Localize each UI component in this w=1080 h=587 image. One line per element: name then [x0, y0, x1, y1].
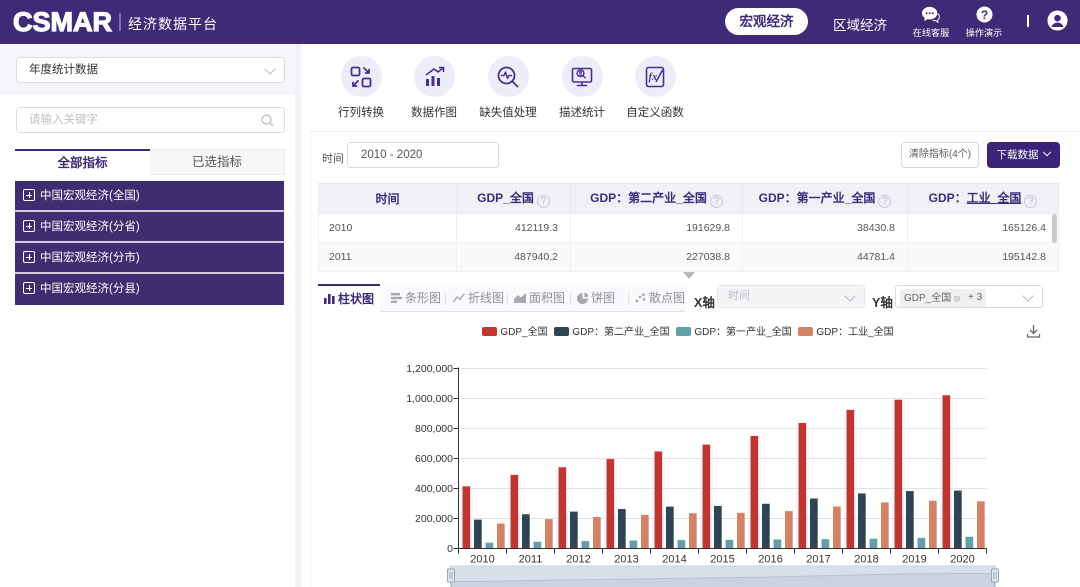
svg-text:2010: 2010	[470, 554, 494, 566]
svg-text:800,000: 800,000	[415, 423, 453, 435]
svg-text:1,200,000: 1,200,000	[406, 363, 453, 375]
svg-text:600,000: 600,000	[415, 453, 453, 465]
svg-text:2017: 2017	[806, 554, 830, 566]
svg-text:2014: 2014	[662, 554, 686, 566]
svg-text:1,000,000: 1,000,000	[406, 393, 453, 405]
svg-text:2020: 2020	[950, 554, 974, 566]
svg-text:2015: 2015	[710, 554, 734, 566]
svg-text:400,000: 400,000	[415, 483, 453, 495]
svg-text:2016: 2016	[758, 554, 782, 566]
svg-text:2013: 2013	[614, 554, 638, 566]
svg-text:0: 0	[447, 543, 453, 555]
svg-text:2018: 2018	[854, 554, 878, 566]
svg-text:2011: 2011	[519, 554, 543, 566]
svg-text:2019: 2019	[902, 554, 926, 566]
svg-text:?: ?	[980, 8, 987, 22]
svg-text:2012: 2012	[566, 554, 590, 566]
svg-text:200,000: 200,000	[415, 513, 453, 525]
